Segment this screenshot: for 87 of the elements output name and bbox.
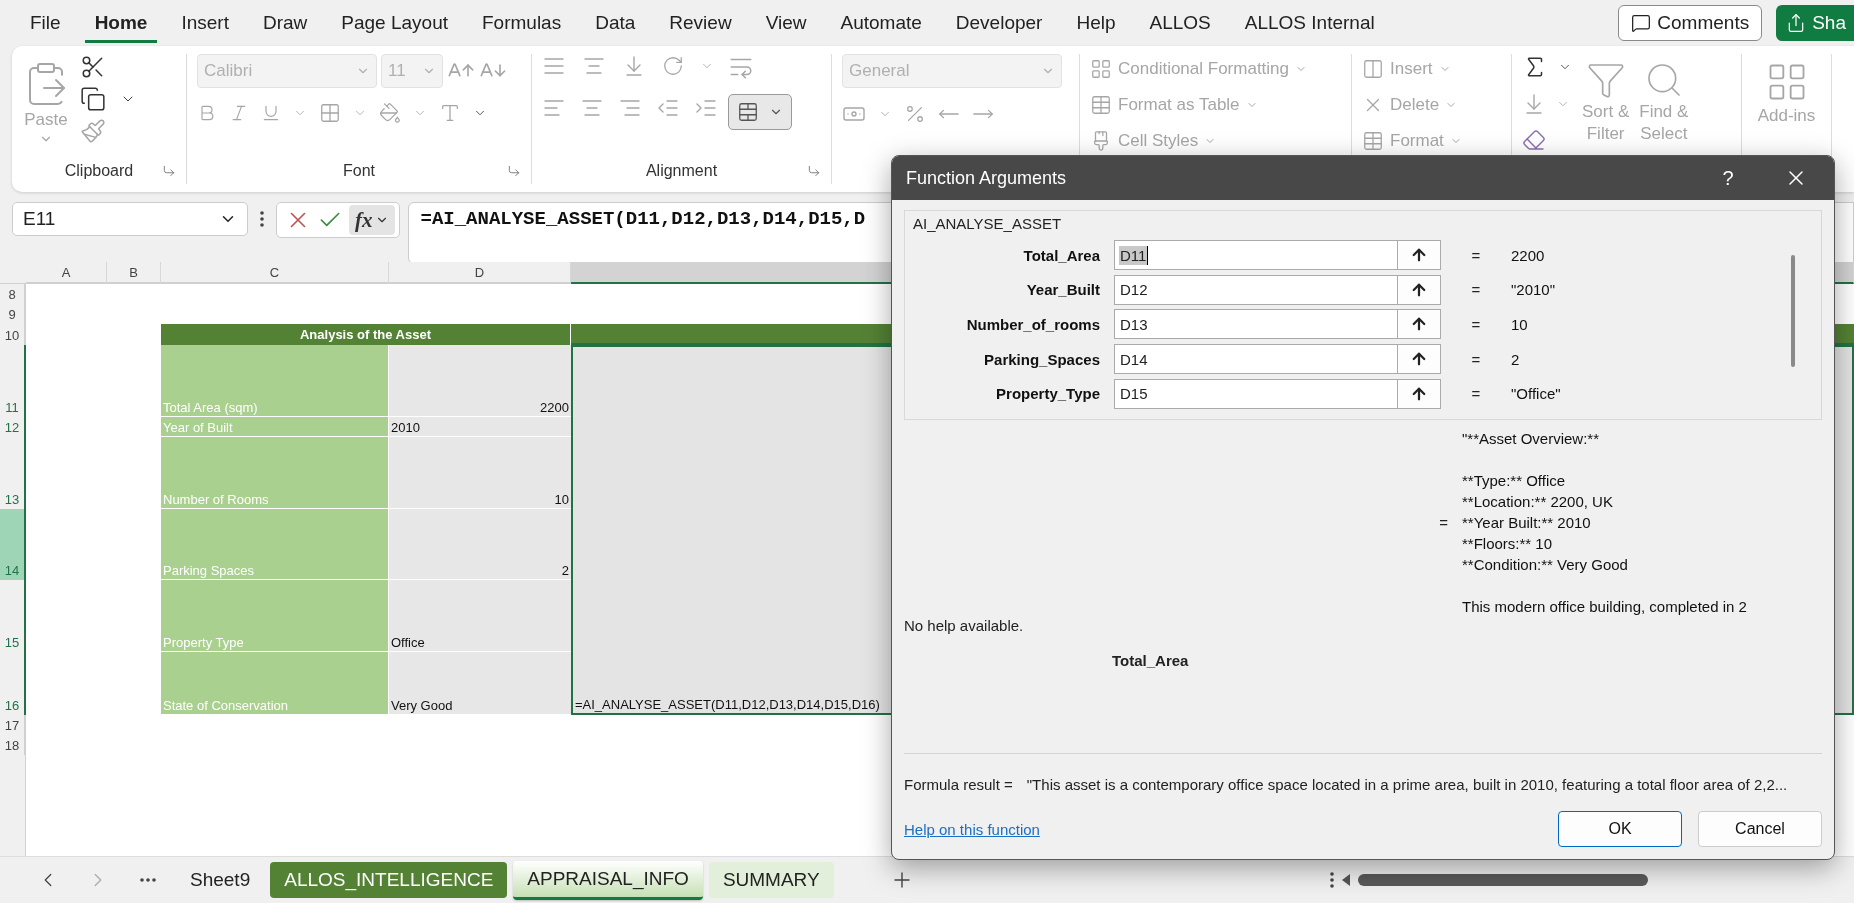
table-cell: 2010 <box>389 417 571 437</box>
sheet-tab[interactable]: APPRAISAL_INFO <box>513 860 703 900</box>
menu-tab[interactable]: File <box>20 3 71 43</box>
argument-value: "2010" <box>1511 281 1557 299</box>
argument-label: Year_Built <box>1025 281 1100 299</box>
menu-tab[interactable]: Insert <box>171 3 239 43</box>
table-cell: Number of Rooms <box>161 437 389 509</box>
table-title: Analysis of the Asset <box>161 324 571 345</box>
help-button[interactable]: ? <box>1698 166 1758 190</box>
result-preview-text: **Type:** Office **Location:** 2200, UK **Year Built:** 2010 **Floors:** 10 **Condition:** Very Good <box>1462 471 1629 575</box>
row-header[interactable]: 14 <box>0 509 26 580</box>
column-header[interactable]: B <box>107 262 161 284</box>
menu-tab[interactable]: Formulas <box>472 3 572 43</box>
argument-field[interactable]: D15 <box>1114 378 1441 409</box>
group-label: Alignment <box>645 162 718 180</box>
argument-title: Total_Area <box>1112 652 1189 669</box>
group-label: Font <box>343 162 375 180</box>
name-box[interactable]: E11 <box>12 202 248 236</box>
menu-tab[interactable]: Draw <box>252 3 318 43</box>
table-cell: Total Area (sqm) <box>161 345 389 417</box>
ok-button[interactable]: OK <box>1558 811 1682 847</box>
argument-label: Property_Type <box>995 385 1100 403</box>
menu-tab[interactable]: ALLOS Internal <box>1234 3 1385 43</box>
argument-value: 2 <box>1511 350 1521 368</box>
menu-tab[interactable]: Help <box>1066 3 1126 43</box>
row-header[interactable]: 11 <box>0 345 26 417</box>
result-preview-text: "**Asset Overview:** <box>1462 429 1601 449</box>
sheet-tab[interactable]: Sheet9 <box>176 862 265 898</box>
share-button[interactable]: Sha <box>1776 5 1854 41</box>
function-description: No help available. <box>904 617 1024 634</box>
row-header[interactable]: 9 <box>0 304 26 324</box>
table-cell: Year of Built <box>161 417 389 437</box>
argument-value: 2200 <box>1511 246 1546 264</box>
sheet-tab[interactable]: SUMMARY <box>708 862 834 898</box>
menu-tab[interactable]: Review <box>659 3 742 43</box>
function-name: AI_ANALYSE_ASSET <box>913 215 1062 232</box>
argument-field[interactable]: D13 <box>1114 309 1441 340</box>
column-header[interactable]: D <box>389 262 571 284</box>
table-cell: State of Conservation <box>161 652 389 715</box>
row-header[interactable]: 18 <box>0 735 26 755</box>
table-cell: Office <box>389 580 571 652</box>
table-cell: Property Type <box>161 580 389 652</box>
equals-sign: = <box>1470 316 1482 333</box>
argument-label: Total_Area <box>1022 246 1100 264</box>
equals-sign: = <box>1470 385 1482 403</box>
dialog-title: Function Arguments <box>906 167 1068 189</box>
argument-value: 10 <box>1511 316 1529 333</box>
row-header[interactable]: 13 <box>0 437 26 509</box>
comments-button[interactable]: Comments <box>1618 5 1763 41</box>
menu-tab[interactable]: ALLOS <box>1139 3 1221 43</box>
help-link[interactable]: Help on this function <box>904 820 1542 838</box>
sheet-tab[interactable]: ALLOS_INTELLIGENCE <box>270 862 508 898</box>
row-header[interactable]: 17 <box>0 715 26 735</box>
equals-sign: = <box>1470 246 1482 264</box>
table-cell: 10 <box>389 437 571 509</box>
argument-label: Parking_Spaces <box>983 350 1100 368</box>
menu-tab[interactable]: Home <box>84 3 158 43</box>
argument-value: "Office" <box>1511 385 1562 403</box>
row-header[interactable]: 16 <box>0 652 26 715</box>
menu-tab[interactable]: View <box>755 3 817 43</box>
insert-function-button[interactable]: fx <box>349 205 395 235</box>
result-preview-text: This modern office building, completed in 2 <box>1462 597 1748 617</box>
formula-result-label: Formula result = <box>904 776 1013 793</box>
menu-tab[interactable]: Automate <box>830 3 932 43</box>
argument-field[interactable]: D14 <box>1114 344 1441 375</box>
row-header[interactable]: 12 <box>0 417 26 437</box>
menu-tab[interactable]: Developer <box>945 3 1053 43</box>
equals-sign: = <box>1470 350 1482 368</box>
row-header[interactable]: 15 <box>0 580 26 652</box>
menu-tab[interactable]: Data <box>585 3 646 43</box>
column-header[interactable]: A <box>26 262 107 284</box>
cancel-button[interactable]: Cancel <box>1698 811 1822 847</box>
column-header[interactable]: C <box>161 262 389 284</box>
row-header[interactable]: 10 <box>0 324 26 345</box>
group-label: Clipboard <box>64 162 134 180</box>
formula-result: "This asset is a contemporary office space located in a prime area, built in 2010, featuring a total floor area of 2,2... <box>1026 776 1788 793</box>
menu-tab[interactable]: Page Layout <box>331 3 458 43</box>
equals-sign: = <box>1470 281 1482 299</box>
argument-field[interactable]: D12 <box>1114 274 1441 305</box>
argument-label: Number_of_rooms <box>965 316 1100 333</box>
argument-field[interactable]: D11 <box>1114 240 1441 271</box>
table-cell: Parking Spaces <box>161 509 389 580</box>
equals-sign: = <box>1438 514 1449 531</box>
row-header[interactable]: 8 <box>0 284 26 304</box>
table-cell: Very Good <box>389 652 571 715</box>
table-cell: 2200 <box>389 345 571 417</box>
table-cell: 2 <box>389 509 571 580</box>
